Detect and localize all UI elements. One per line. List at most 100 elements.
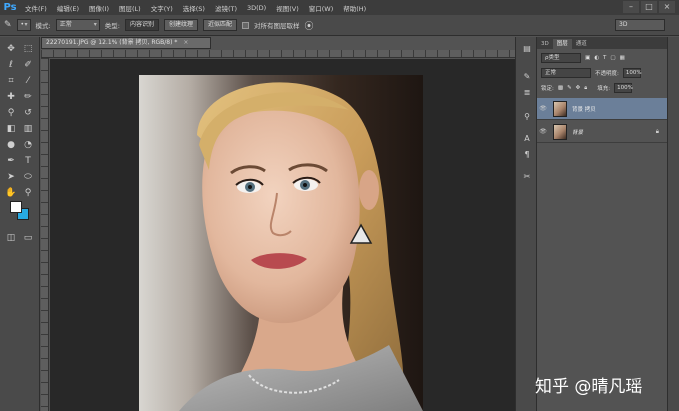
crop-tool-icon[interactable]: ⌗ (4, 75, 18, 88)
menu-bar: Ps 文件(F) 编辑(E) 图像(I) 图层(L) 文字(Y) 选择(S) 滤… (0, 0, 679, 15)
document-image[interactable] (139, 75, 423, 411)
watermark-text: 知乎 @晴凡瑶 (535, 377, 643, 397)
menu-filter[interactable]: 滤镜(T) (210, 3, 242, 13)
sample-all-checkbox[interactable] (242, 21, 249, 29)
pressure-icon[interactable]: ⦿ (305, 19, 314, 32)
close-button[interactable]: × (659, 1, 675, 13)
close-icon[interactable]: × (183, 39, 188, 46)
menu-3d[interactable]: 3D(D) (242, 4, 271, 12)
create-texture-button[interactable]: 创建纹理 (163, 19, 198, 31)
mode-select[interactable]: 正常 (55, 19, 100, 31)
tool-presets-icon[interactable]: ✂ (520, 171, 534, 183)
proximity-match-button[interactable]: 近似匹配 (202, 19, 237, 31)
eye-icon[interactable]: 👁︎ (537, 105, 549, 112)
paragraph-icon[interactable]: ¶ (520, 149, 534, 161)
pen-tool-icon[interactable]: ✒ (4, 155, 18, 168)
lock-position-icon[interactable]: ✥ (576, 85, 581, 91)
type-filter-icon[interactable]: T (603, 55, 606, 61)
tab-3d[interactable]: 3D (537, 39, 553, 49)
blend-mode-select[interactable]: 正常 (541, 68, 591, 78)
fill-input[interactable]: 100% (614, 83, 633, 93)
layer-thumbnail (553, 123, 567, 140)
brush-tool-icon[interactable]: ✎ (4, 20, 12, 30)
content-aware-button[interactable]: 内容识别 (124, 19, 159, 31)
adjustment-filter-icon[interactable]: ◐ (594, 55, 599, 61)
menu-image[interactable]: 图像(I) (84, 3, 114, 13)
move-tool-icon[interactable]: ✥ (4, 43, 18, 56)
lock-icon: 🔒︎ (655, 127, 659, 135)
layer-row-background[interactable]: 👁︎ 背景 🔒︎ (537, 121, 667, 143)
dodge-tool-icon[interactable]: ◔ (21, 139, 35, 152)
text-tool-icon[interactable]: T (21, 155, 35, 168)
mode-label: 模式: (35, 22, 51, 30)
lock-pixels-icon[interactable]: ✎ (567, 85, 572, 91)
menu-window[interactable]: 窗口(W) (304, 3, 339, 13)
layer-name: 背景 拷贝 (572, 106, 596, 113)
screen-mode-icon[interactable]: ▭ (21, 232, 35, 245)
layer-row-background-copy[interactable]: 👁︎ 背景 拷贝 (537, 98, 667, 120)
clone-stamp-tool-icon[interactable]: ⚲ (4, 107, 18, 120)
layers-panel: 3D 图层 通道 ρ类型 ▣ ◐ T ▢ ▦ 正常 不透明度: 100% 锁定:… (537, 37, 667, 411)
maximize-button[interactable]: □ (641, 1, 657, 13)
blur-tool-icon[interactable]: ● (4, 139, 18, 152)
brush-size-picker[interactable]: • (16, 19, 31, 31)
lock-label: 锁定: (541, 86, 554, 92)
foreground-color-swatch[interactable] (10, 201, 22, 213)
type-label: 类型: (104, 22, 120, 30)
healing-brush-tool-icon[interactable]: ✚ (4, 91, 18, 104)
menu-select[interactable]: 选择(S) (178, 3, 210, 13)
tools-panel: ✥ ⬚ ℓ ✐ ⌗ ⁄ ✚ ✏ ⚲ ↺ ◧ ▥ ● ◔ ✒ T ➤ ⬭ ✋ ⚲ … (0, 37, 40, 411)
shape-filter-icon[interactable]: ▢ (610, 55, 615, 61)
brush-tool-icon[interactable]: ✏ (21, 91, 35, 104)
horizontal-ruler (41, 50, 515, 58)
lasso-tool-icon[interactable]: ℓ (4, 59, 18, 72)
zoom-tool-icon[interactable]: ⚲ (21, 187, 35, 200)
document-tab[interactable]: 22270191.JPG @ 12.1% (背景 拷贝, RGB/8) * × (41, 37, 211, 49)
brush-preset-icon[interactable]: ✎ (520, 71, 534, 83)
layer-thumbnail (553, 100, 567, 117)
document-title: 22270191.JPG @ 12.1% (背景 拷贝, RGB/8) * (46, 39, 178, 46)
lock-row: 锁定: ▩ ✎ ✥ 🔒︎ 填充: 100% (541, 83, 633, 93)
quick-select-tool-icon[interactable]: ✐ (21, 59, 35, 72)
menu-view[interactable]: 视图(V) (271, 3, 304, 13)
panel-scrollbar[interactable] (667, 37, 679, 411)
panel-icon-strip: ▤ ✎ ≣ ⚲ A ¶ ✂ (515, 37, 537, 411)
hand-tool-icon[interactable]: ✋ (4, 187, 18, 200)
eyedropper-tool-icon[interactable]: ⁄ (21, 75, 35, 88)
character-icon[interactable]: A (520, 133, 534, 145)
path-select-tool-icon[interactable]: ➤ (4, 171, 18, 184)
vertical-ruler (41, 58, 49, 411)
smart-object-filter-icon[interactable]: ▦ (620, 55, 625, 61)
menu-type[interactable]: 文字(Y) (146, 3, 178, 13)
pixel-filter-icon[interactable]: ▣ (585, 55, 590, 61)
lock-transparent-icon[interactable]: ▩ (558, 85, 563, 91)
tab-layers[interactable]: 图层 (552, 39, 572, 49)
kind-filter-select[interactable]: ρ类型 (541, 53, 581, 63)
fill-label: 填充: (597, 86, 611, 92)
opacity-input[interactable]: 100% (622, 68, 642, 78)
menu-edit[interactable]: 编辑(E) (52, 3, 84, 13)
minimize-button[interactable]: – (623, 1, 639, 13)
clone-source-icon[interactable]: ⚲ (520, 111, 534, 123)
tab-channels[interactable]: 通道 (572, 39, 591, 49)
workspace-select[interactable]: 3D (615, 19, 665, 31)
history-brush-tool-icon[interactable]: ↺ (21, 107, 35, 120)
photoshop-logo: Ps (3, 2, 17, 13)
history-icon[interactable]: ▤ (520, 43, 534, 55)
eye-icon[interactable]: 👁︎ (537, 128, 549, 135)
window-controls: – □ × (623, 1, 675, 13)
portrait-photo (179, 82, 423, 411)
shape-tool-icon[interactable]: ⬭ (21, 171, 35, 184)
menu-file[interactable]: 文件(F) (20, 3, 52, 13)
panel-tabs: 3D 图层 通道 (537, 37, 667, 49)
quick-mask-icon[interactable]: ◫ (4, 232, 18, 245)
menu-help[interactable]: 帮助(H) (338, 3, 371, 13)
marquee-tool-icon[interactable]: ⬚ (21, 43, 35, 56)
menu-layer[interactable]: 图层(L) (114, 3, 146, 13)
gradient-tool-icon[interactable]: ▥ (21, 123, 35, 136)
layer-name: 背景 (572, 129, 584, 136)
brush-settings-icon[interactable]: ≣ (520, 87, 534, 99)
opacity-label: 不透明度: (595, 71, 619, 77)
lock-all-icon[interactable]: 🔒︎ (584, 85, 587, 92)
eraser-tool-icon[interactable]: ◧ (4, 123, 18, 136)
